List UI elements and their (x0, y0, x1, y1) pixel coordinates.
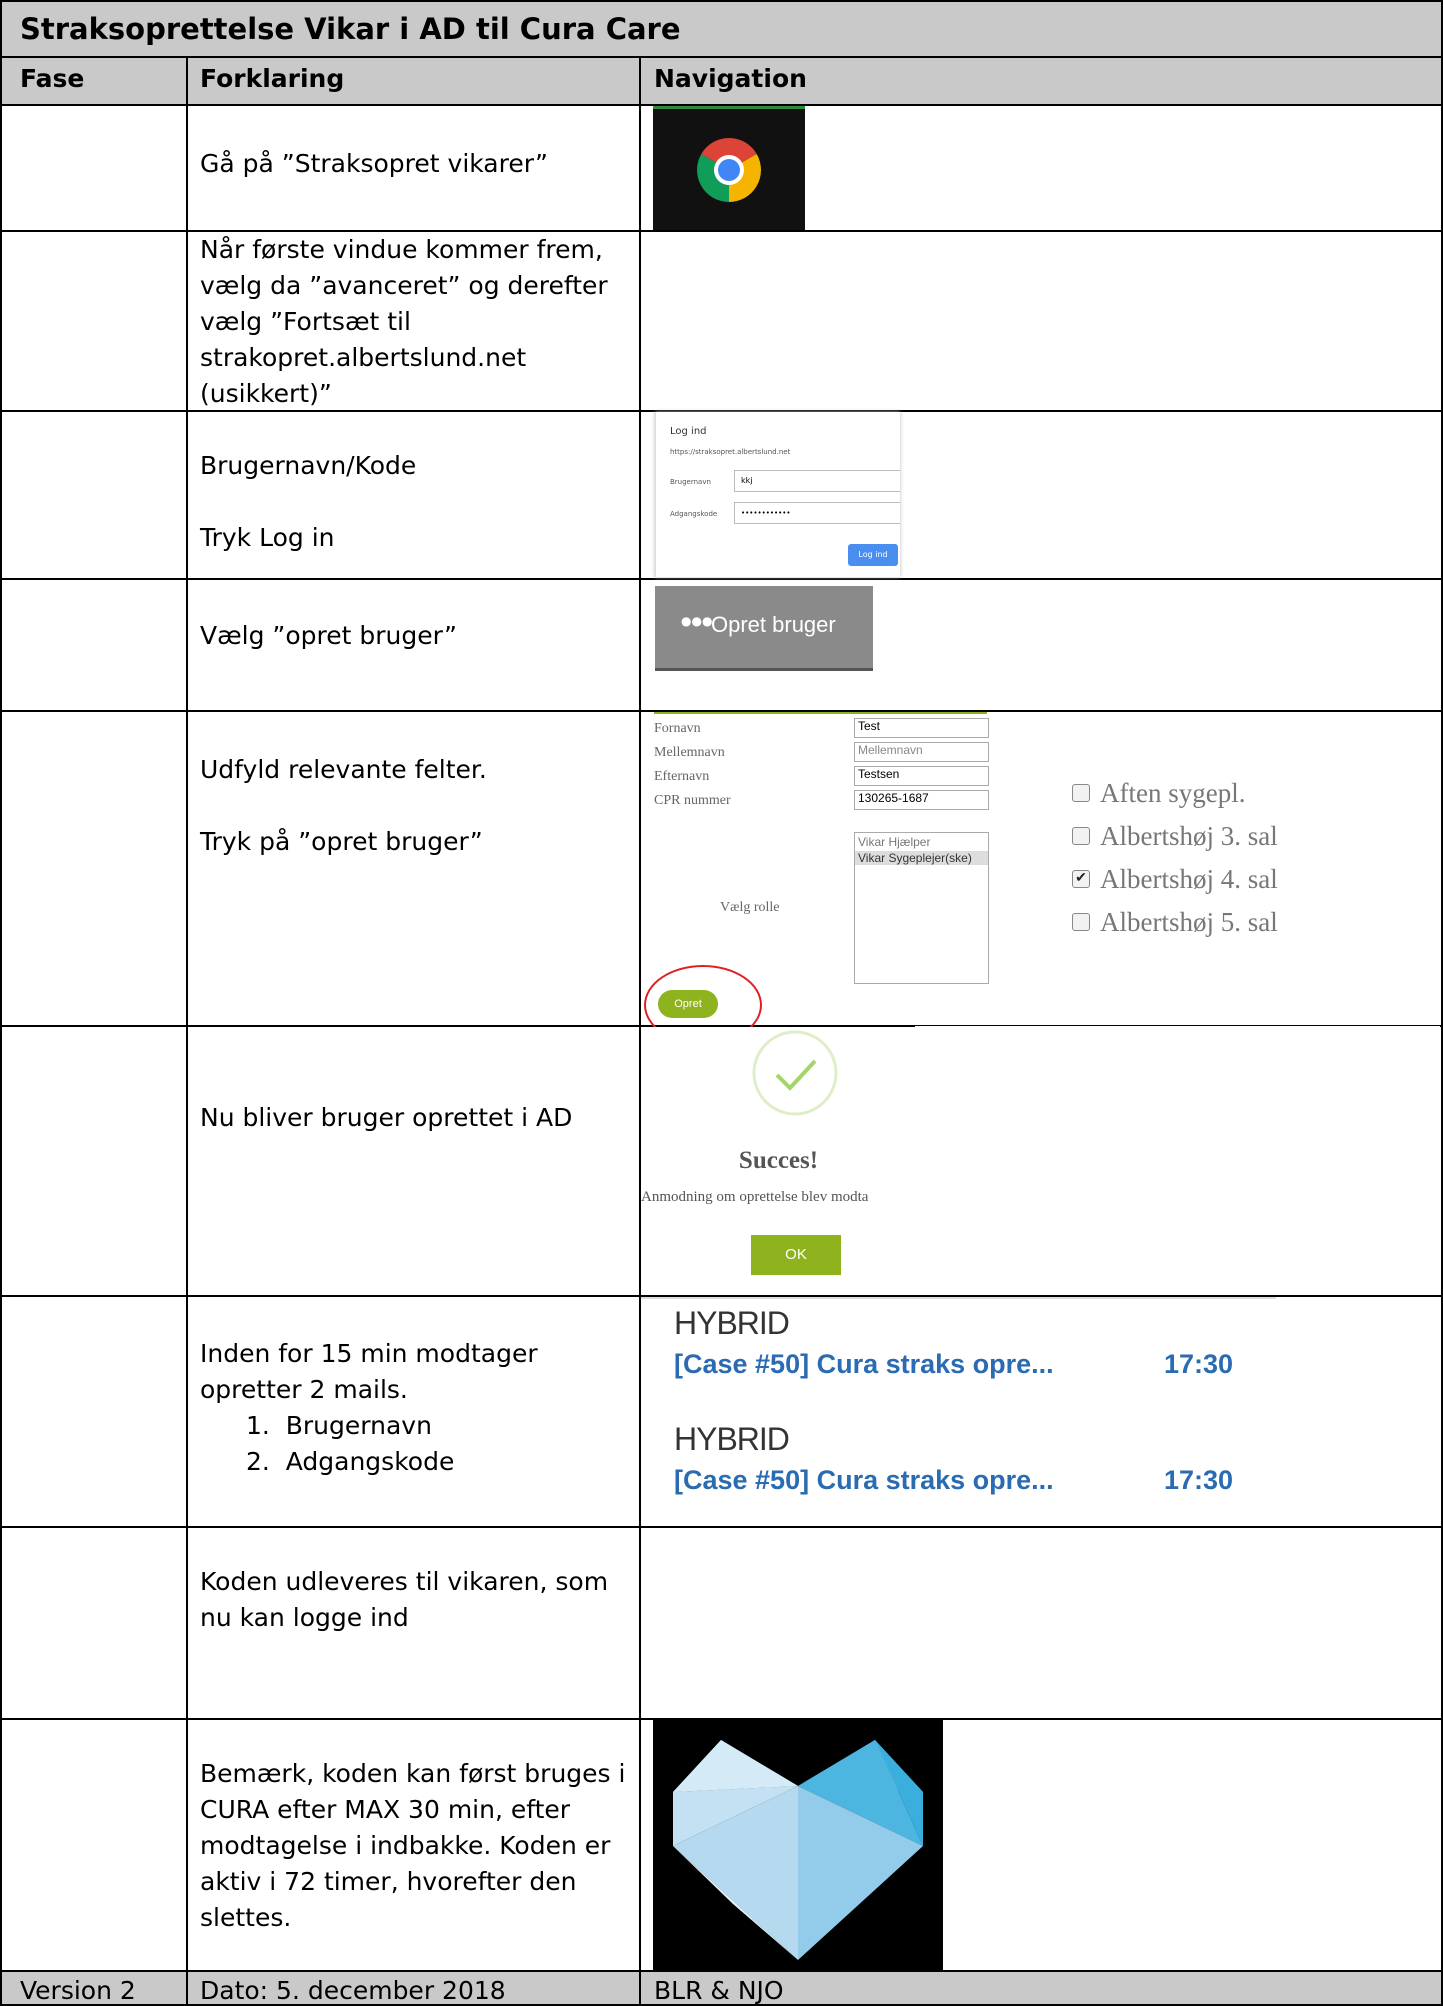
field-label: Fornavn (654, 721, 701, 736)
efternavn-field[interactable]: Testsen (854, 766, 989, 786)
login-url: https://straksopret.albertslund.net (670, 448, 791, 456)
login-title: Log ind (670, 426, 707, 437)
step-text: Bemærk, koden kan først bruges i CURA ef… (200, 1759, 626, 1932)
checkmark-icon (752, 1030, 838, 1116)
step-text: Tryk Log in (200, 523, 335, 552)
step-text: Brugernavn/Kode (200, 451, 417, 480)
step-text: Udfyld relevante felter. (200, 755, 487, 784)
mail-time: 17:30 (1164, 1465, 1234, 1495)
checkbox-icon[interactable] (1072, 826, 1090, 845)
footer-date: Dato: 5. december 2018 (200, 1976, 506, 2005)
username-label: Brugernavn (670, 478, 711, 486)
field-label: Efternavn (654, 769, 710, 784)
opret-bruger-button[interactable]: ●●● Opret bruger (655, 586, 873, 671)
step-text: Koden udleveres til vikaren, som nu kan … (200, 1567, 609, 1632)
success-dialog: Succes! Anmodning om oprettelse blev mod… (641, 1027, 916, 1295)
numbered-list: 1. Brugernavn 2. Adgangskode (246, 1408, 626, 1480)
mail-subject[interactable]: [Case #50] Cura straks opre... (674, 1349, 1054, 1380)
mail-time: 17:30 (1164, 1349, 1234, 1379)
list-item: 2. Adgangskode (246, 1447, 455, 1476)
step-text: Når første vindue kommer frem, vælg da ”… (200, 235, 608, 408)
chrome-screenshot (653, 106, 805, 230)
ok-button[interactable]: OK (751, 1235, 841, 1275)
username-field[interactable]: kkj (734, 470, 900, 492)
step-text: Vælg ”opret bruger” (200, 621, 457, 650)
header-navigation: Navigation (654, 64, 807, 93)
grid-line (0, 1526, 1443, 1528)
role-option[interactable]: Vikar Sygeplejer(ske) (855, 851, 988, 865)
checkbox-checked-icon[interactable]: ✔ (1072, 869, 1090, 888)
mail-list: HYBRID [Case #50] Cura straks opre... 17… (641, 1297, 1441, 1525)
success-title: Succes! (738, 1147, 819, 1174)
footer-authors: BLR & NJO (654, 1976, 784, 2005)
fornavn-field[interactable]: Test (854, 718, 989, 738)
grid-line (0, 56, 1443, 58)
users-icon: ●●● (681, 614, 713, 628)
step-text: Gå på ”Straksopret vikarer” (200, 149, 549, 178)
grid-line (0, 1970, 1443, 1972)
role-option[interactable]: Vikar Hjælper (855, 833, 988, 851)
checkbox-list: Aften sygepl. Albertshøj 3. sal ✔ Alberts… (1072, 772, 1278, 944)
step-text: Inden for 15 min modtager opretter 2 mai… (200, 1339, 538, 1404)
login-dialog: Log ind https://straksopret.albertslund.… (655, 412, 900, 577)
cpr-field[interactable]: 130265-1687 (854, 790, 989, 810)
grid-line (0, 0, 1443, 2)
step-text: Tryk på ”opret bruger” (200, 827, 483, 856)
role-label: Vælg rolle (720, 900, 780, 915)
mellemnavn-field[interactable]: Mellemnavn (854, 742, 989, 762)
success-message: Anmodning om oprettelse blev modta (641, 1189, 869, 1205)
checkbox-icon[interactable] (1072, 783, 1090, 802)
checkbox-icon[interactable] (1072, 912, 1090, 931)
mail-sender[interactable]: HYBRID (674, 1421, 790, 1458)
checkbox-item[interactable]: Albertshøj 5. sal (1072, 901, 1278, 944)
checkbox-item[interactable]: Aften sygepl. (1072, 772, 1278, 815)
mail-sender[interactable]: HYBRID (674, 1305, 790, 1342)
grid-line (0, 0, 2, 2006)
chrome-icon (697, 138, 761, 202)
cura-heart-logo (653, 1720, 943, 1970)
login-button[interactable]: Log ind (848, 544, 898, 566)
opret-bruger-label: Opret bruger (711, 612, 836, 637)
grid-line (186, 56, 188, 2006)
mail-subject[interactable]: [Case #50] Cura straks opre... (674, 1465, 1054, 1496)
grid-line (0, 578, 1443, 580)
checkbox-item[interactable]: Albertshøj 3. sal (1072, 815, 1278, 858)
heart-icon (673, 1740, 923, 1960)
step-text: Nu bliver bruger oprettet i AD (200, 1103, 573, 1132)
create-user-form: Fornavn Test Mellemnavn Mellemnavn Efter… (644, 712, 989, 1045)
role-select[interactable]: Vikar Hjælper Vikar Sygeplejer(ske) (854, 832, 989, 984)
header-fase: Fase (20, 64, 85, 93)
field-label: CPR nummer (654, 793, 731, 808)
footer-version: Version 2 (20, 1976, 136, 2005)
list-item: 1. Brugernavn (246, 1411, 432, 1440)
password-field[interactable]: •••••••••••• (734, 502, 900, 524)
checkbox-item[interactable]: ✔ Albertshøj 4. sal (1072, 858, 1278, 901)
field-label: Mellemnavn (654, 745, 725, 760)
password-label: Adgangskode (670, 510, 718, 518)
page-title: Straksoprettelse Vikar i AD til Cura Car… (20, 12, 681, 46)
header-forklaring: Forklaring (200, 64, 345, 93)
